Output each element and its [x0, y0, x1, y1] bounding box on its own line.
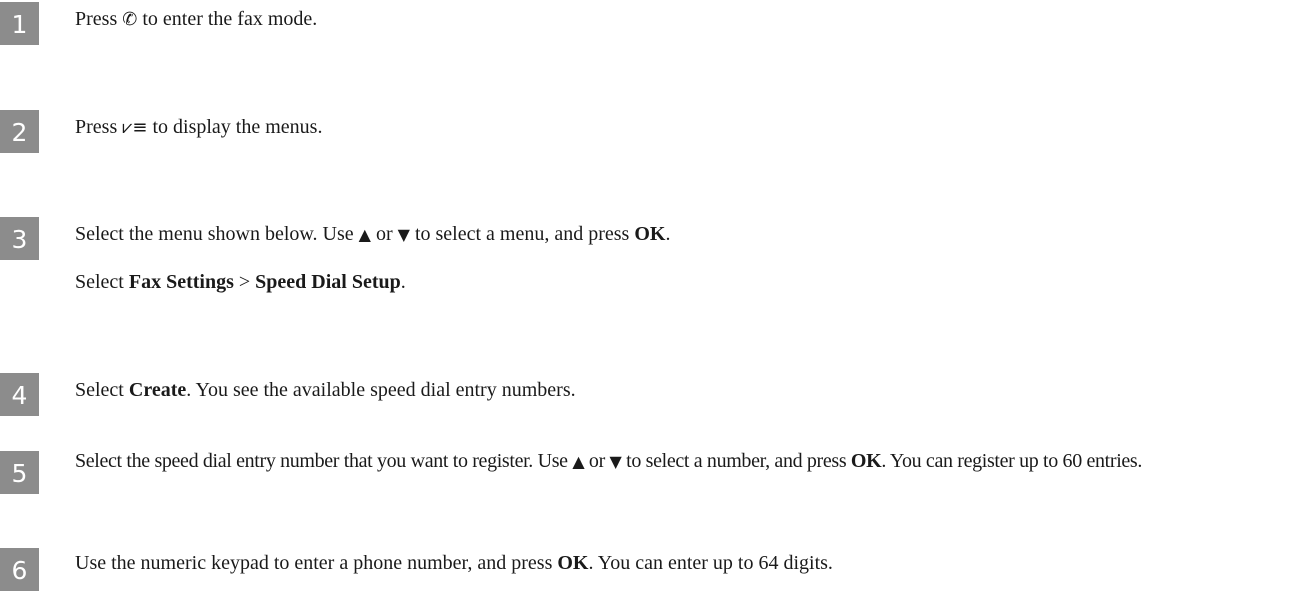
up-arrow-icon: ▲: [572, 452, 585, 471]
step-number-badge: 5: [0, 451, 39, 494]
menu-speed-dial-setup: Speed Dial Setup: [255, 271, 401, 293]
up-arrow-icon: ▲: [358, 225, 371, 244]
ok-key-label: OK: [850, 450, 882, 472]
create-label: Create: [128, 379, 187, 401]
down-arrow-icon: ▼: [397, 225, 410, 244]
step-text: Use the numeric keypad to enter a phone …: [75, 552, 833, 574]
step-text: Press ⩗≡ to display the menus.: [75, 116, 323, 138]
step-text: Press ✆ to enter the fax mode.: [75, 8, 318, 30]
fax-mode-icon: ✆: [122, 9, 138, 30]
ok-key-label: OK: [557, 552, 589, 574]
step-number-badge: 3: [0, 217, 39, 260]
menu-path: Select Fax Settings > Speed Dial Setup.: [75, 271, 406, 293]
step-number-badge: 2: [0, 110, 39, 153]
menu-icon: ⩗≡: [122, 117, 148, 138]
step-text: Select the menu shown below. Use ▲ or ▼ …: [75, 221, 1300, 296]
step-instruction: Select the menu shown below. Use ▲ or ▼ …: [75, 223, 671, 245]
step-number-badge: 4: [0, 373, 39, 416]
step-number-badge: 6: [0, 548, 39, 591]
step-text: Select the speed dial entry number that …: [75, 450, 1143, 472]
step-number-badge: 1: [0, 2, 39, 45]
step-text: Select Create. You see the available spe…: [75, 379, 576, 401]
ok-key-label: OK: [634, 223, 666, 245]
menu-fax-settings: Fax Settings: [128, 271, 234, 293]
down-arrow-icon: ▼: [609, 452, 622, 471]
